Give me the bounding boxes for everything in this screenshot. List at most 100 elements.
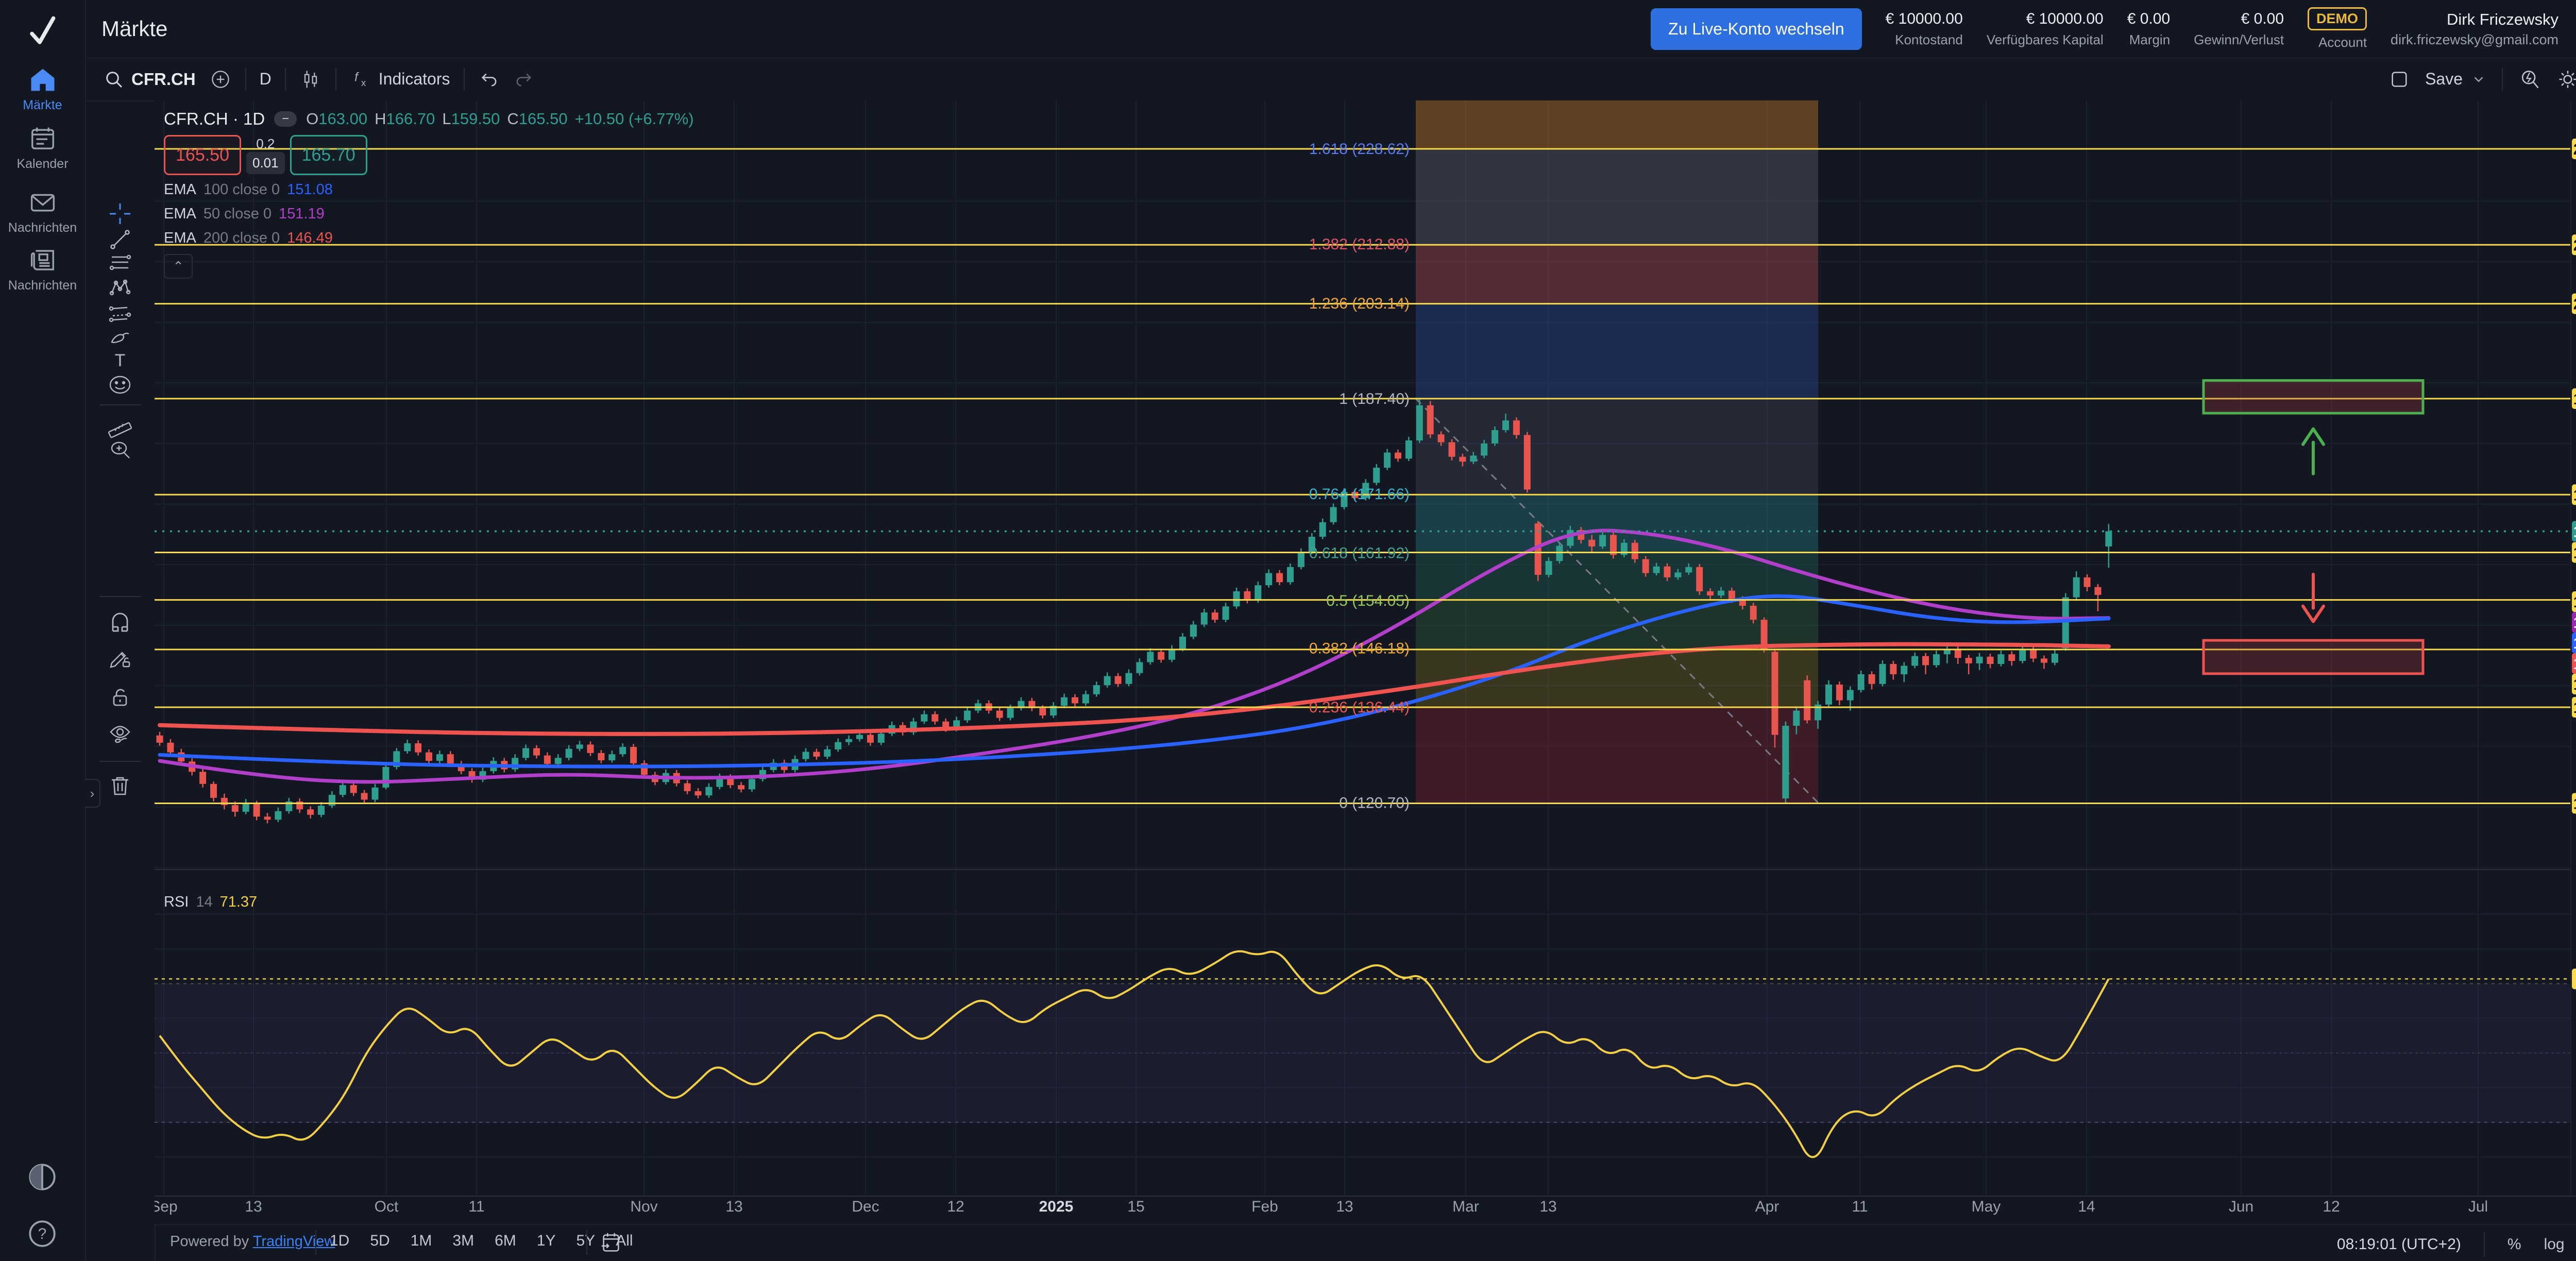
metric-label: Gewinn/Verlust: [2194, 32, 2284, 48]
quantity-stepper[interactable]: 0.01: [246, 152, 285, 174]
indicators-button[interactable]: f x Indicators: [350, 68, 450, 91]
svg-text:151.08: 151.08: [2573, 634, 2576, 652]
range-6m[interactable]: 6M: [495, 1232, 516, 1250]
sidebar-item-nachrichten-news[interactable]: Nachrichten: [0, 246, 85, 293]
indicator-legend-rsi[interactable]: RSI14 71.37: [164, 894, 257, 911]
sidebar-item-nachrichten-mail[interactable]: Nachrichten: [0, 189, 85, 235]
redo-icon[interactable]: [513, 69, 535, 90]
envelope-icon: [29, 189, 57, 216]
footer-divider: [315, 1230, 316, 1255]
magnet-tool-icon[interactable]: [108, 610, 132, 635]
zoom-in-tool-icon[interactable]: [108, 437, 132, 462]
sidebar-item-kalender[interactable]: Kalender: [0, 125, 85, 172]
svg-text:1.236 (203.14): 1.236 (203.14): [1309, 295, 1410, 312]
chart-footer: Powered by TradingView 1D 5D 1M 3M 6M 1Y…: [155, 1224, 2576, 1261]
chart-legend: CFR.CH · 1D − O163.00 H166.70 L159.50 C1…: [164, 109, 694, 129]
symbol-search[interactable]: CFR.CH: [104, 69, 196, 90]
remove-drawings-trash-icon[interactable]: [108, 773, 132, 797]
svg-text:13: 13: [1336, 1198, 1353, 1215]
svg-text:T: T: [115, 351, 126, 370]
save-button[interactable]: Save: [2425, 70, 2486, 89]
pattern-tool-icon[interactable]: [108, 276, 132, 300]
theme-toggle[interactable]: [27, 1162, 58, 1195]
search-icon: [104, 69, 124, 90]
range-5y[interactable]: 5Y: [576, 1232, 595, 1250]
help-button[interactable]: ?: [27, 1218, 58, 1252]
brush-tool-icon[interactable]: [108, 323, 132, 348]
svg-text:0 (120.70): 0 (120.70): [1339, 794, 1410, 811]
metric-label: Verfügbares Kapital: [1987, 32, 2104, 48]
sidebar-item-maerkte[interactable]: Märkte: [0, 66, 85, 113]
metric-kontostand: € 10000.00 Kontostand: [1886, 10, 1963, 48]
spread-widget: 0.2 0.01: [246, 135, 285, 175]
newspaper-icon: [29, 246, 57, 274]
price-chart[interactable]: 1.618 (228.62) 1.382 (212.88) 1.236 (203.1…: [155, 100, 2576, 1228]
range-5d[interactable]: 5D: [370, 1232, 389, 1250]
crosshair-tool-icon[interactable]: [108, 201, 132, 226]
chart-style-icon[interactable]: [299, 68, 322, 91]
indicator-legend-ema100[interactable]: EMA100 close 0 151.08: [164, 181, 333, 198]
percent-scale-button[interactable]: %: [2507, 1236, 2521, 1253]
svg-text:Feb: Feb: [1251, 1198, 1278, 1215]
interval-button[interactable]: D: [260, 70, 272, 89]
svg-text:162.01: 162.01: [2573, 543, 2576, 561]
range-1y[interactable]: 1Y: [537, 1232, 556, 1250]
svg-text:0.382 (146.18): 0.382 (146.18): [1309, 640, 1410, 657]
switch-to-live-button[interactable]: Zu Live-Konto wechseln: [1651, 8, 1862, 50]
indicator-legend-ema200[interactable]: EMA200 close 0 146.49: [164, 230, 333, 247]
range-1m[interactable]: 1M: [411, 1232, 432, 1250]
watchlist-expand-handle[interactable]: ›: [85, 779, 100, 808]
demo-badge: DEMO: [2308, 7, 2367, 30]
clock[interactable]: 08:19:01 (UTC+2): [2337, 1236, 2461, 1253]
svg-text:1.618 (228.62): 1.618 (228.62): [1309, 141, 1410, 158]
drawn-zone-box[interactable]: [2204, 640, 2423, 674]
metric-label: Account: [2318, 35, 2367, 50]
trendline-tool-icon[interactable]: [108, 227, 132, 252]
buy-button[interactable]: 165.70: [290, 135, 367, 175]
toolbar-divider: [464, 68, 465, 91]
drawn-zone-box[interactable]: [2204, 381, 2423, 414]
quick-search-icon[interactable]: [2518, 68, 2541, 91]
account-type: DEMO Account: [2308, 7, 2367, 50]
indicator-legend-ema50[interactable]: EMA50 close 0 151.19: [164, 206, 325, 223]
fib-retracement-tool-icon[interactable]: [108, 251, 132, 276]
svg-text:Dec: Dec: [852, 1198, 879, 1215]
source-toggle-icon[interactable]: −: [274, 111, 297, 127]
chart-canvas[interactable]: 1.618 (228.62) 1.382 (212.88) 1.236 (203.1…: [155, 100, 2576, 1225]
undo-icon[interactable]: [478, 69, 500, 90]
sell-button[interactable]: 165.50: [164, 135, 241, 175]
hide-drawings-eye-icon[interactable]: [108, 722, 132, 746]
account-summary: Zu Live-Konto wechseln € 10000.00 Kontos…: [1651, 0, 2576, 58]
log-scale-button[interactable]: log: [2544, 1236, 2565, 1253]
drawing-toolbar: T: [85, 100, 156, 1261]
text-tool-icon[interactable]: T: [108, 348, 132, 372]
lock-all-tool-icon[interactable]: [108, 685, 132, 709]
settings-gear-icon[interactable]: [2556, 68, 2576, 91]
trading-platform: Märkte Kalender Nachrichten Nachrichten: [0, 0, 2576, 1261]
svg-text:228.63: 228.63: [2573, 140, 2576, 158]
contrast-icon: [27, 1162, 58, 1192]
drawing-mode-lock-icon[interactable]: [108, 645, 132, 670]
legend-collapse-button[interactable]: ⌃: [164, 254, 193, 279]
fib-retracement-zone[interactable]: [1416, 100, 1818, 803]
change-value: +10.50 (+6.77%): [575, 110, 694, 128]
layout-icon[interactable]: [2389, 69, 2410, 90]
question-icon: ?: [27, 1218, 58, 1249]
tradingview-link[interactable]: TradingView: [253, 1233, 335, 1250]
go-to-date-icon[interactable]: [599, 1231, 622, 1255]
ohlc-values: O163.00 H166.70 L159.50 C165.50 +10.50 (…: [306, 110, 693, 128]
compare-add-icon[interactable]: [209, 68, 232, 91]
range-1d[interactable]: 1D: [330, 1232, 349, 1250]
app-logo[interactable]: [22, 11, 63, 55]
svg-text:1.382 (212.88): 1.382 (212.88): [1309, 236, 1410, 253]
emoji-tool-icon[interactable]: [108, 372, 132, 397]
svg-text:13: 13: [245, 1198, 262, 1215]
measure-tool-icon[interactable]: [108, 414, 132, 438]
metric-value: € 10000.00: [1886, 10, 1963, 28]
legend-symbol[interactable]: CFR.CH · 1D: [164, 109, 265, 129]
sidebar-item-label: Nachrichten: [8, 220, 77, 235]
forecast-tool-icon[interactable]: [108, 300, 132, 325]
metric-label: Margin: [2129, 32, 2170, 48]
chevron-down-icon: [2471, 72, 2486, 87]
range-3m[interactable]: 3M: [452, 1232, 474, 1250]
